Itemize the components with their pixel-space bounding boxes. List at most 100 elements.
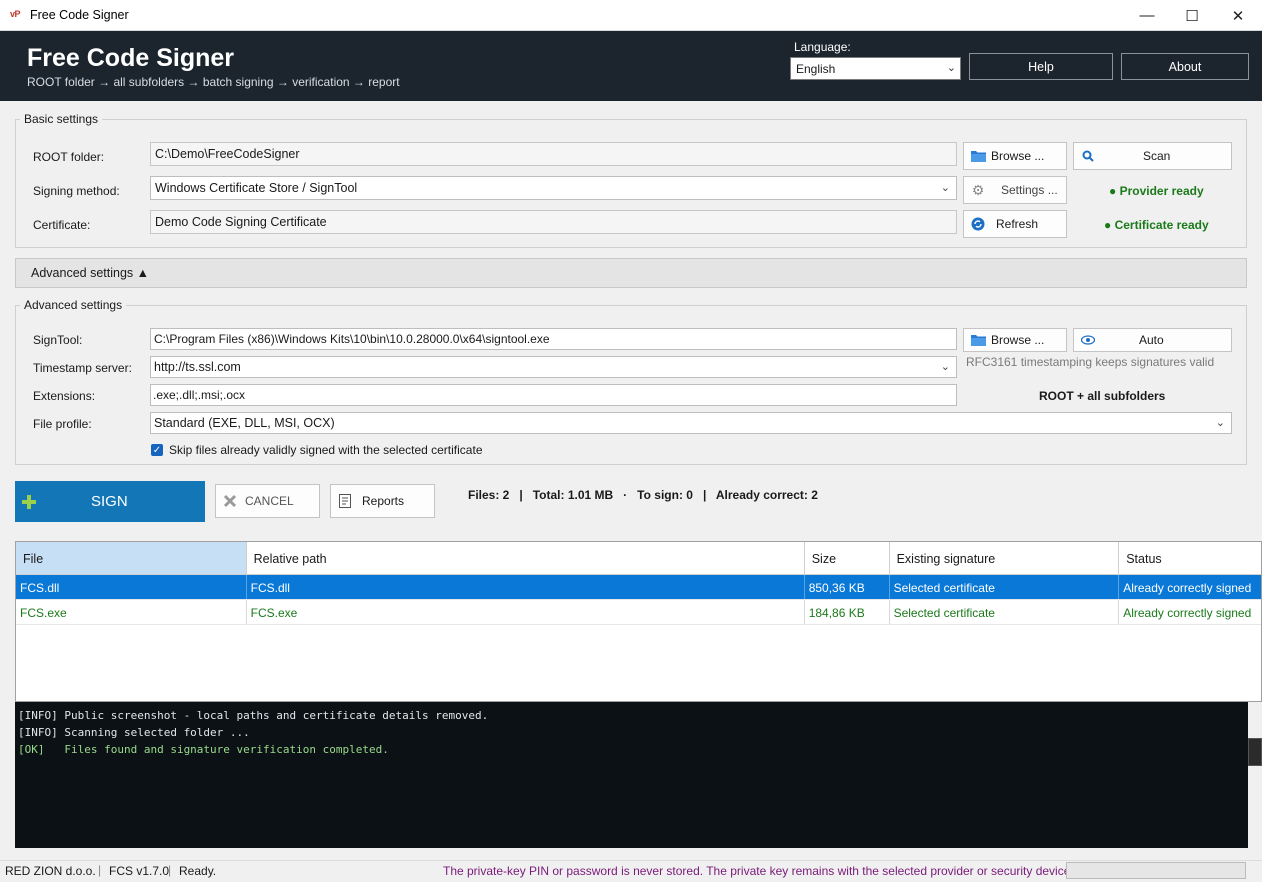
sign-button[interactable]: SIGN: [15, 481, 205, 522]
refresh-icon: [970, 216, 986, 232]
timestamp-value: http://ts.ssl.com: [154, 360, 241, 374]
signing-method-value: Windows Certificate Store / SignTool: [155, 181, 358, 195]
language-label: Language:: [794, 40, 851, 54]
refresh-button[interactable]: Refresh: [963, 210, 1067, 238]
settings-label: Settings ...: [1001, 183, 1058, 197]
signing-method-select[interactable]: Windows Certificate Store / SignTool ⌄: [150, 176, 957, 200]
security-message: The private-key PIN or password is never…: [443, 864, 1074, 878]
close-icon: [222, 493, 238, 509]
signtool-label: SignTool:: [33, 333, 83, 347]
skip-signed-checkbox[interactable]: ✓: [151, 444, 163, 456]
browse-root-button[interactable]: Browse ...: [963, 142, 1067, 170]
signing-method-label: Signing method:: [33, 184, 120, 198]
log-line: [OK] Files found and signature verificat…: [18, 743, 389, 756]
cancel-button[interactable]: CANCEL: [215, 484, 320, 518]
cell-size: 850,36 KB: [805, 575, 890, 599]
reports-button[interactable]: Reports: [330, 484, 435, 518]
scan-label: Scan: [1143, 149, 1171, 163]
log-line: [INFO] Public screenshot - local paths a…: [18, 709, 489, 722]
settings-button[interactable]: ⚙ Settings ...: [963, 176, 1067, 204]
cell-status: Already correctly signed: [1123, 581, 1252, 595]
skip-signed-label[interactable]: Skip files already validly signed with t…: [169, 443, 483, 457]
app-subtitle: ROOT folder → all subfolders → batch sig…: [27, 75, 400, 89]
chevron-down-icon: ⌄: [946, 62, 956, 74]
table-header: File Relative path Size Existing signatu…: [16, 542, 1261, 575]
basic-settings-title: Basic settings: [20, 112, 103, 126]
log-line: [INFO] Scanning selected folder ...: [18, 726, 250, 739]
certificate-label: Certificate:: [33, 218, 91, 232]
certificate-status: ● Certificate ready: [1104, 218, 1209, 232]
root-folder-label: ROOT folder:: [33, 150, 105, 164]
browse-signtool-button[interactable]: Browse ...: [963, 328, 1067, 352]
cell-relative-path: FCS.exe: [247, 600, 805, 624]
language-select[interactable]: English ⌄: [790, 57, 961, 80]
file-table: File Relative path Size Existing signatu…: [15, 541, 1262, 702]
close-button[interactable]: ✕: [1215, 0, 1261, 31]
table-row[interactable]: FCS.exe FCS.exe 184,86 KB Selected certi…: [16, 600, 1261, 625]
table-row[interactable]: FCS.dll FCS.dll 850,36 KB Selected certi…: [16, 575, 1261, 600]
log-scrollbar-thumb[interactable]: [1248, 738, 1262, 766]
cell-existing-signature: Selected certificate: [890, 600, 1120, 624]
about-button[interactable]: About: [1121, 53, 1249, 80]
auto-button[interactable]: Auto: [1073, 328, 1232, 352]
file-profile-label: File profile:: [33, 417, 92, 431]
app-icon: vP: [10, 9, 21, 19]
root-folder-field[interactable]: C:\Demo\FreeCodeSigner: [150, 142, 957, 166]
extensions-field[interactable]: .exe;.dll;.msi;.ocx: [150, 384, 957, 406]
extensions-label: Extensions:: [33, 389, 96, 403]
sign-label: SIGN: [91, 493, 128, 510]
search-icon: [1080, 148, 1096, 164]
refresh-label: Refresh: [996, 217, 1039, 231]
plus-icon: [21, 494, 37, 510]
cell-existing-signature: Selected certificate: [890, 575, 1120, 599]
log-scrollbar-track[interactable]: [1248, 702, 1262, 848]
folder-icon: [970, 148, 986, 164]
cell-file: FCS.dll: [16, 575, 247, 599]
file-profile-value: Standard (EXE, DLL, MSI, OCX): [154, 416, 335, 430]
timestamp-label: Timestamp server:: [33, 361, 132, 375]
company-name: RED ZION d.o.o.: [5, 864, 96, 878]
gear-icon: ⚙: [971, 181, 985, 198]
column-header-relative-path[interactable]: Relative path: [246, 542, 805, 574]
auto-label: Auto: [1139, 333, 1164, 347]
minimize-button[interactable]: —: [1124, 0, 1170, 31]
scope-note: ROOT + all subfolders: [1039, 389, 1166, 403]
provider-status: ● Provider ready: [1109, 184, 1204, 198]
browse-label: Browse ...: [991, 149, 1045, 163]
folder-icon: [970, 332, 986, 348]
cell-status: Already correctly signed: [1123, 606, 1252, 620]
column-header-file[interactable]: File: [16, 542, 247, 574]
browse-label: Browse ...: [991, 333, 1045, 347]
eye-icon: [1080, 332, 1096, 348]
cell-file: FCS.exe: [16, 600, 247, 624]
title-bar: [0, 0, 1262, 31]
advanced-settings-title: Advanced settings: [20, 298, 127, 312]
file-profile-select[interactable]: Standard (EXE, DLL, MSI, OCX) ⌄: [150, 412, 1232, 434]
status-separator: |: [168, 863, 172, 877]
language-value: English: [796, 62, 836, 76]
app-title: Free Code Signer: [27, 44, 234, 72]
certificate-field[interactable]: Demo Code Signing Certificate: [150, 210, 957, 234]
help-button[interactable]: Help: [969, 53, 1113, 80]
signtool-path-field[interactable]: C:\Program Files (x86)\Windows Kits\10\b…: [150, 328, 957, 350]
progress-bar: [1066, 862, 1246, 879]
timestamp-note: RFC3161 timestamping keeps signatures va…: [966, 355, 1215, 369]
log-output: [INFO] Public screenshot - local paths a…: [15, 702, 1248, 848]
summary-stats: Files: 2 | Total: 1.01 MB · To sign: 0 |…: [468, 488, 818, 502]
maximize-button[interactable]: ☐: [1169, 0, 1215, 31]
document-icon: [337, 493, 353, 509]
timestamp-server-select[interactable]: http://ts.ssl.com ⌄: [150, 356, 957, 378]
version-label: FCS v1.7.0: [109, 864, 170, 878]
cell-size: 184,86 KB: [805, 600, 890, 624]
reports-label: Reports: [362, 494, 405, 508]
scan-button[interactable]: Scan: [1073, 142, 1232, 170]
column-header-existing-signature[interactable]: Existing signature: [889, 542, 1120, 574]
advanced-settings-toggle[interactable]: Advanced settings ▲: [15, 258, 1247, 288]
cancel-label: CANCEL: [245, 494, 294, 508]
cell-relative-path: FCS.dll: [247, 575, 805, 599]
status-state: Ready.: [179, 864, 217, 878]
chevron-down-icon: ⌄: [940, 361, 950, 373]
column-header-size[interactable]: Size: [804, 542, 890, 574]
column-header-status[interactable]: Status: [1119, 542, 1261, 574]
chevron-down-icon: ⌄: [940, 182, 950, 194]
